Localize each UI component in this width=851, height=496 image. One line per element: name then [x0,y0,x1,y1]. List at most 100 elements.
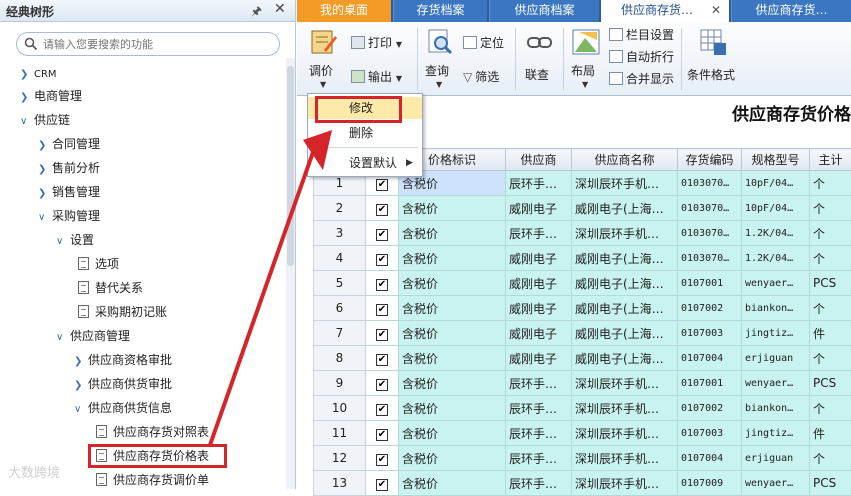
tree-item-substitute[interactable]: 替代关系 [78,277,143,299]
cell-vendor-name[interactable]: 威刚电子(上海… [572,246,678,271]
row-checkbox[interactable]: ✔ [366,246,399,271]
tree-item-ecommerce[interactable]: ❯电商管理 [20,85,82,107]
scrollbar-thumb[interactable] [287,66,294,266]
table-row[interactable]: 10✔含税价辰环手…深圳辰环手机…0107002biankon…个 [314,396,851,421]
tree-item-crm[interactable]: ❯CRM [20,62,57,84]
checkbox-checked-icon[interactable]: ✔ [376,404,388,416]
conditional-format-button[interactable]: 条件格式 [687,26,739,92]
checkbox-checked-icon[interactable]: ✔ [376,379,388,391]
row-checkbox[interactable]: ✔ [366,346,399,371]
cell-inventory-code[interactable]: 0103070… [678,196,742,221]
row-checkbox[interactable]: ✔ [366,271,399,296]
cell-price-flag[interactable]: 含税价 [399,221,506,246]
cell-vendor[interactable]: 威刚电子 [506,271,572,296]
table-row[interactable]: 2✔含税价威刚电子威刚电子(上海…0103070…10pF/04…个 [314,196,851,221]
cell-vendor-name[interactable]: 深圳辰环手机… [572,471,678,496]
row-checkbox[interactable]: ✔ [366,196,399,221]
cell-spec[interactable]: biankon… [742,396,810,421]
cell-unit[interactable]: 个 [810,196,851,221]
cell-inventory-code[interactable]: 0107002 [678,396,742,421]
column-header-vendor[interactable]: 供应商 [506,149,572,171]
table-row[interactable]: 6✔含税价威刚电子威刚电子(上海…0107002biankon…个 [314,296,851,321]
cell-inventory-code[interactable]: 0107009 [678,471,742,496]
tree-item-vendor-supply-approve[interactable]: ❯供应商供货审批 [74,373,172,395]
cell-price-flag[interactable]: 含税价 [399,471,506,496]
cell-vendor[interactable]: 威刚电子 [506,296,572,321]
link-query-button[interactable]: 联查 [523,26,557,92]
cell-unit[interactable]: 个 [810,446,851,471]
cell-vendor[interactable]: 威刚电子 [506,321,572,346]
cell-vendor-name[interactable]: 威刚电子(上海… [572,296,678,321]
table-row[interactable]: 12✔含税价辰环手…深圳辰环手机…0107004erjiguan个 [314,446,851,471]
checkbox-checked-icon[interactable]: ✔ [376,179,388,191]
cell-unit[interactable]: 个 [810,246,851,271]
cell-price-flag[interactable]: 含税价 [399,396,506,421]
cell-vendor[interactable]: 辰环手… [506,396,572,421]
tree-item-vendor-inventory-map[interactable]: 供应商存货对照表 [96,421,209,443]
cell-spec[interactable]: biankon… [742,296,810,321]
checkbox-checked-icon[interactable]: ✔ [376,204,388,216]
tree-item-settings[interactable]: ∨设置 [56,229,94,251]
cell-spec[interactable]: 10pF/04… [742,196,810,221]
output-button[interactable]: 输出 ▼ [351,68,402,85]
cell-unit[interactable]: 件 [810,321,851,346]
tree-item-vendor-price-adjust[interactable]: 供应商存货调价单 [96,469,209,491]
cell-vendor[interactable]: 威刚电子 [506,346,572,371]
cell-price-flag[interactable]: 含税价 [399,271,506,296]
cell-unit[interactable]: 个 [810,171,851,196]
cell-inventory-code[interactable]: 0107001 [678,371,742,396]
cell-spec[interactable]: 1.2K/04… [742,221,810,246]
tab-vendor-inventory-2[interactable]: 供应商存货… [731,0,851,22]
table-row[interactable]: 4✔含税价威刚电子威刚电子(上海…0103070…1.2K/04…个 [314,246,851,271]
cell-inventory-code[interactable]: 0107003 [678,421,742,446]
tree-item-purchase-opening[interactable]: 采购期初记账 [78,301,167,323]
cell-vendor-name[interactable]: 深圳辰环手机… [572,446,678,471]
cell-vendor-name[interactable]: 威刚电子(上海… [572,196,678,221]
tree-item-supply-chain[interactable]: ∨供应链 [20,109,70,131]
table-row[interactable]: 5✔含税价威刚电子威刚电子(上海…0107001wenyaer…PCS [314,271,851,296]
table-row[interactable]: 7✔含税价威刚电子威刚电子(上海…0107003jingtiz…件 [314,321,851,346]
tree-item-options[interactable]: 选项 [78,253,119,275]
tree-scrollbar[interactable] [286,58,295,489]
pin-icon[interactable]: 🖈 [251,2,262,23]
table-row[interactable]: 11✔含税价辰环手…深圳辰环手机…0107003jingtiz…件 [314,421,851,446]
cell-unit[interactable]: 件 [810,421,851,446]
locate-button[interactable]: 定位 [463,34,504,51]
tab-close-icon[interactable]: ✕ [711,0,721,20]
search-box[interactable] [16,32,280,56]
cell-vendor-name[interactable]: 威刚电子(上海… [572,346,678,371]
tree-item-sales[interactable]: ❯销售管理 [38,181,100,203]
adjust-price-button[interactable]: 调价 ▼ [307,26,341,92]
tree-item-vendor-mgmt[interactable]: ∨供应商管理 [56,325,130,347]
column-header-unit[interactable]: 主计 [810,149,851,171]
cell-vendor[interactable]: 辰环手… [506,221,572,246]
cell-inventory-code[interactable]: 0103070… [678,171,742,196]
cell-price-flag[interactable]: 含税价 [399,196,506,221]
row-checkbox[interactable]: ✔ [366,421,399,446]
cell-vendor[interactable]: 威刚电子 [506,246,572,271]
cell-spec[interactable]: jingtiz… [742,421,810,446]
cell-vendor-name[interactable]: 深圳辰环手机… [572,421,678,446]
cell-unit[interactable]: PCS [810,471,851,496]
cell-spec[interactable]: wenyaer… [742,471,810,496]
cell-spec[interactable]: 10pF/04… [742,171,810,196]
checkbox-checked-icon[interactable]: ✔ [376,254,388,266]
cell-unit[interactable]: 个 [810,346,851,371]
cell-vendor[interactable]: 威刚电子 [506,196,572,221]
tree-item-presales[interactable]: ❯售前分析 [38,157,100,179]
cell-inventory-code[interactable]: 0103070… [678,221,742,246]
cell-vendor-name[interactable]: 深圳辰环手机… [572,396,678,421]
row-checkbox[interactable]: ✔ [366,396,399,421]
cell-vendor[interactable]: 辰环手… [506,471,572,496]
cell-vendor-name[interactable]: 深圳辰环手机… [572,371,678,396]
checkbox-checked-icon[interactable]: ✔ [376,429,388,441]
column-header-spec[interactable]: 规格型号 [742,149,810,171]
tab-vendor-inventory-active[interactable]: 供应商存货…✕ [601,0,729,22]
checkbox-checked-icon[interactable]: ✔ [376,304,388,316]
menu-item-delete[interactable]: 删除 [308,122,422,144]
checkbox-checked-icon[interactable]: ✔ [376,329,388,341]
cell-price-flag[interactable]: 含税价 [399,346,506,371]
cell-price-flag[interactable]: 含税价 [399,421,506,446]
cell-inventory-code[interactable]: 0107001 [678,271,742,296]
cell-price-flag[interactable]: 含税价 [399,371,506,396]
